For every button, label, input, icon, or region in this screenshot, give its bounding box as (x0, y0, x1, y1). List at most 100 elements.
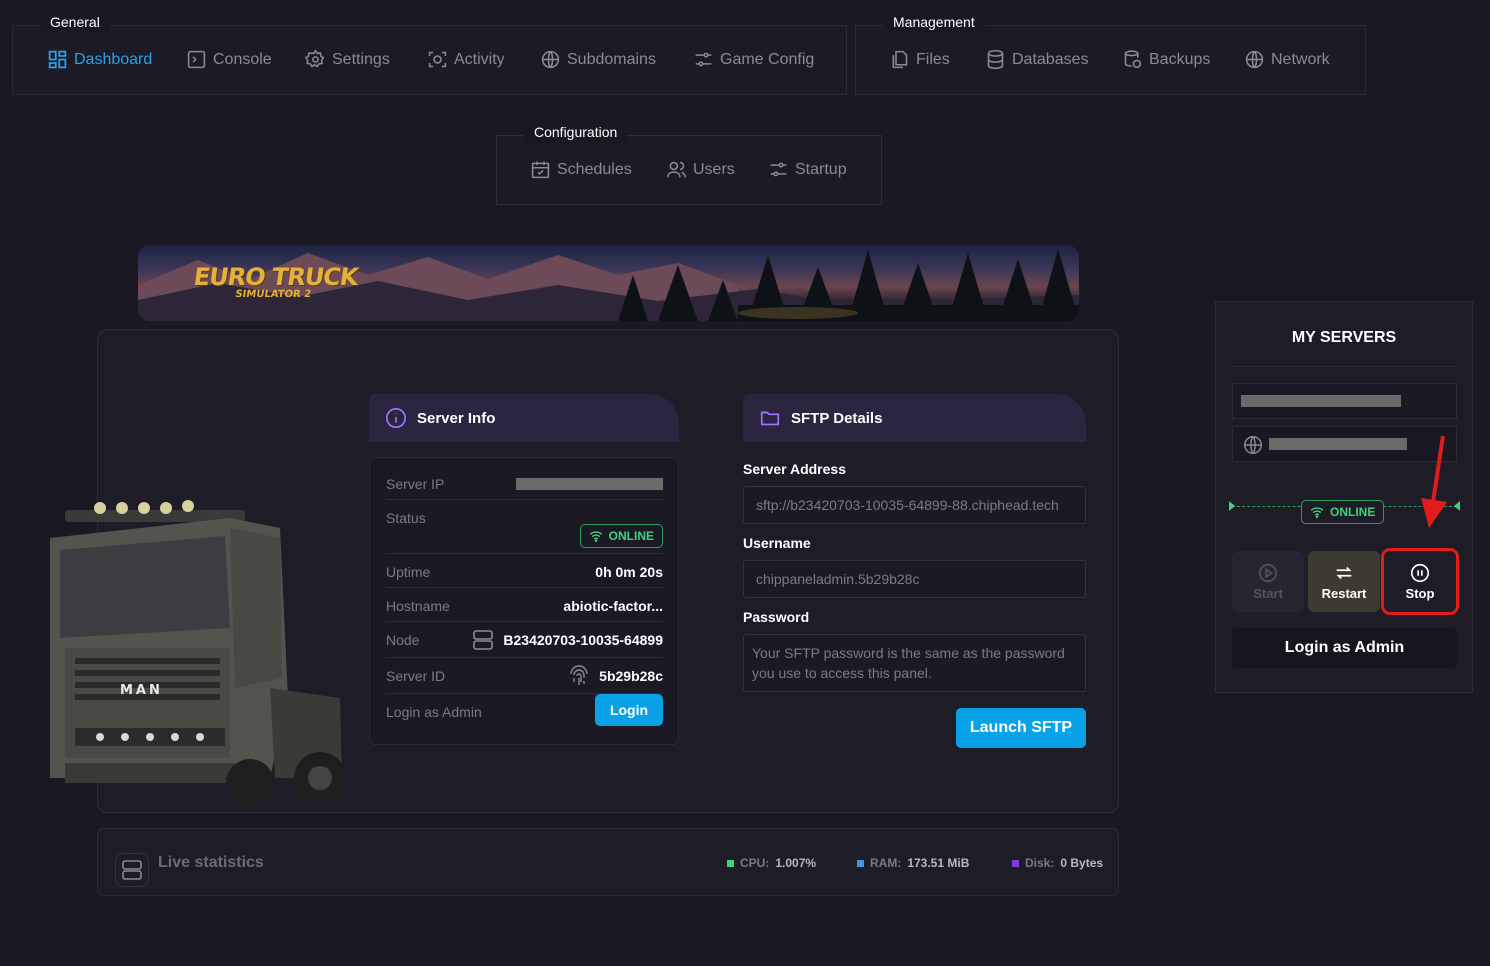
tab-users[interactable]: Users (666, 159, 735, 180)
game-logo: EURO TRUCK SIMULATOR 2 (190, 263, 360, 301)
live-statistics-title: Live statistics (158, 854, 264, 871)
ip-value-redacted (516, 478, 663, 490)
stat-value: 1.007% (775, 856, 817, 870)
row-label: Hostname (386, 598, 450, 614)
tab-activity[interactable]: Activity (427, 49, 505, 70)
server-info-table: Server IP Status ONLINE Uptime 0h 0m 20s… (369, 457, 679, 745)
info-row-status: Status ONLINE (386, 510, 663, 554)
button-label: Restart (1321, 586, 1367, 601)
row-label: Node (386, 632, 420, 648)
files-icon (892, 50, 908, 69)
live-statistics-card: Live statistics CPU: 1.007% RAM: 173.51 … (97, 828, 1119, 896)
stats-icon-box (115, 853, 149, 887)
server-name-field[interactable] (1232, 383, 1457, 419)
info-row-server-id: Server ID 5b29b28c (386, 665, 663, 694)
row-label: Uptime (386, 564, 431, 580)
stat-label: Disk: (1025, 856, 1055, 870)
login-as-admin-button[interactable]: Login as Admin (1232, 628, 1457, 668)
tab-console[interactable]: Console (186, 49, 272, 70)
tab-label: Game Config (720, 50, 815, 68)
row-label: Login as Admin (386, 704, 482, 720)
status-value: ONLINE (579, 524, 663, 548)
tab-subdomains[interactable]: Subdomains (540, 49, 656, 70)
status-text: ONLINE (1330, 505, 1376, 519)
fingerprint-icon (570, 665, 588, 685)
truck-illustration: MAN (50, 500, 346, 807)
stat-label: CPU: (740, 856, 770, 870)
online-badge: ONLINE (579, 524, 663, 548)
tab-dashboard[interactable]: Dashboard (47, 49, 152, 70)
pause-icon (1410, 563, 1430, 583)
sliders-icon (770, 162, 787, 177)
restart-button[interactable]: Restart (1308, 551, 1380, 612)
server-icon (122, 860, 142, 880)
calendar-icon (531, 161, 550, 179)
stop-button[interactable]: Stop (1381, 548, 1459, 615)
nav-group-title: General (40, 10, 110, 34)
annotation-arrow-icon (1421, 435, 1447, 528)
tab-databases[interactable]: Databases (985, 49, 1089, 70)
cpu-swatch (727, 859, 734, 867)
server-address-label: Server Address (743, 461, 846, 477)
my-servers-title: MY SERVERS (1291, 329, 1397, 346)
status-text: ONLINE (608, 529, 654, 543)
password-label: Password (743, 609, 810, 625)
section-title: Server Info (417, 409, 496, 427)
sliders-icon (695, 52, 712, 67)
tab-settings[interactable]: Settings (305, 49, 390, 70)
info-icon (386, 408, 406, 428)
nav-group-management: Management Files Databases Backups Netwo… (855, 10, 1366, 95)
row-label: Server ID (386, 668, 446, 684)
section-title: SFTP Details (791, 409, 883, 427)
server-icon (473, 630, 494, 650)
tab-backups[interactable]: Backups (1122, 49, 1210, 70)
nav-group-title: Management (883, 10, 985, 34)
backup-icon (1124, 50, 1142, 69)
globe-icon (1245, 50, 1264, 69)
cpu-stat: CPU: 1.007% (727, 856, 816, 870)
tab-startup[interactable]: Startup (768, 159, 847, 180)
tab-network[interactable]: Network (1244, 49, 1330, 70)
stat-value: 173.51 MiB (907, 856, 970, 870)
row-label: Server IP (386, 476, 445, 492)
wifi-icon (1310, 507, 1324, 518)
info-row-login: Login as Admin Login (386, 694, 663, 730)
tab-label: Databases (1012, 50, 1089, 68)
login-button[interactable]: Login (595, 694, 663, 726)
button-label: Stop (1405, 586, 1435, 601)
folder-icon (760, 411, 780, 426)
disk-stat: Disk: 0 Bytes (1012, 856, 1103, 870)
wifi-icon (589, 531, 602, 542)
truck-image: MAN (30, 478, 350, 810)
stat-value: 0 Bytes (1060, 856, 1104, 870)
tab-schedules[interactable]: Schedules (530, 159, 632, 180)
sftp-header: SFTP Details (743, 394, 1086, 442)
username-field[interactable]: chippaneladmin.5b29b28c (743, 560, 1086, 598)
server-online-badge: ONLINE (1301, 500, 1385, 524)
status-arrow-left (1229, 501, 1235, 511)
disk-swatch (1012, 859, 1019, 867)
info-row-node: Node B23420703-10035-64899 (386, 630, 663, 658)
ram-stat: RAM: 173.51 MiB (857, 856, 969, 870)
start-button[interactable]: Start (1232, 551, 1304, 612)
dashboard-icon (48, 50, 67, 69)
tab-game-config[interactable]: Game Config (693, 49, 814, 70)
server-id-text: 5b29b28c (599, 668, 663, 684)
tab-files[interactable]: Files (889, 49, 950, 70)
launch-sftp-button[interactable]: Launch SFTP (956, 708, 1086, 748)
truck-brand-text: MAN (120, 683, 163, 698)
uptime-value: 0h 0m 20s (595, 564, 663, 580)
server-name-redacted (1241, 395, 1401, 407)
tab-label: Backups (1149, 50, 1211, 68)
server-address-field[interactable]: sftp://b23420703-10035-64899-88.chiphead… (743, 486, 1086, 524)
password-note-box: Your SFTP password is the same as the pa… (743, 634, 1086, 692)
info-row-ip: Server IP (386, 476, 663, 500)
node-text: B23420703-10035-64899 (503, 632, 663, 648)
tab-label: Console (213, 50, 272, 68)
globe-icon (541, 50, 560, 69)
tab-label: Dashboard (74, 50, 153, 68)
node-value: B23420703-10035-64899 (471, 628, 663, 652)
game-banner: EURO TRUCK SIMULATOR 2 (138, 245, 1079, 321)
tab-label: Settings (332, 50, 390, 68)
tab-label: Subdomains (567, 50, 656, 68)
